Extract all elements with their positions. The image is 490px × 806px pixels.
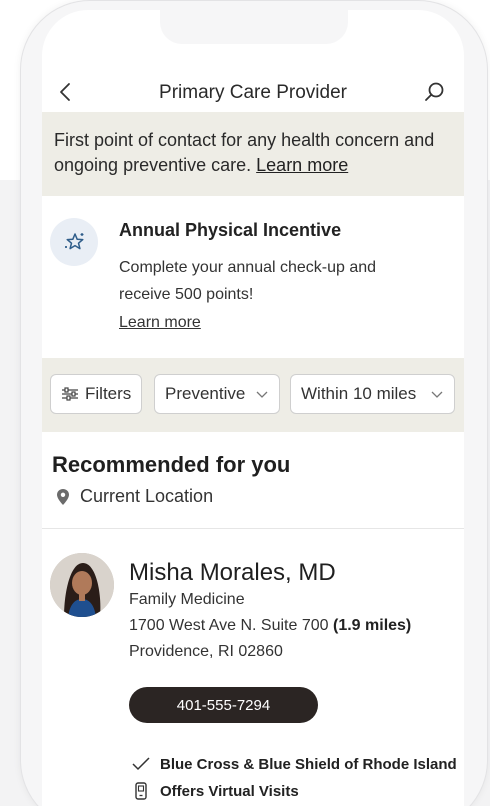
sparkle-star-icon bbox=[50, 218, 98, 266]
incentive-description: Complete your annual check-up and receiv… bbox=[119, 259, 377, 303]
insurance-feature: Blue Cross & Blue Shield of Rhode Island bbox=[132, 755, 457, 773]
chevron-down-icon bbox=[431, 391, 443, 398]
header: Primary Care Provider bbox=[42, 72, 464, 112]
checkmark-icon bbox=[132, 755, 150, 773]
incentive-title: Annual Physical Incentive bbox=[119, 220, 342, 240]
app-screen: Primary Care Provider First point of con… bbox=[42, 10, 464, 806]
map-pin-icon bbox=[57, 488, 69, 505]
incentive-card: Annual Physical Incentive Complete your … bbox=[42, 196, 464, 358]
page-title: Primary Care Provider bbox=[159, 82, 347, 103]
virtual-visits-feature: Offers Virtual Visits bbox=[132, 782, 299, 800]
recommended-title: Recommended for you bbox=[52, 452, 291, 477]
provider-specialty: Family Medicine bbox=[129, 591, 245, 608]
provider-address-line: 1700 West Ave N. Suite 700 (1.9 miles) bbox=[129, 617, 411, 635]
intro-text: First point of contact for any health co… bbox=[54, 130, 435, 175]
filter-bar: Filters Preventive Within 10 miles bbox=[42, 358, 464, 432]
virtual-visits-label: Offers Virtual Visits bbox=[160, 782, 299, 800]
provider-city: Providence, RI 02860 bbox=[129, 643, 283, 660]
chevron-down-icon bbox=[256, 391, 268, 398]
filters-button[interactable]: Filters bbox=[50, 374, 143, 414]
phone-notch bbox=[160, 10, 348, 44]
mobile-phone-icon bbox=[132, 782, 150, 800]
current-location[interactable]: Current Location bbox=[56, 486, 213, 507]
insurance-label: Blue Cross & Blue Shield of Rhode Island bbox=[160, 755, 457, 773]
provider-distance: (1.9 miles) bbox=[333, 617, 412, 634]
provider-name[interactable]: Misha Morales, MD bbox=[129, 559, 336, 587]
intro-banner: First point of contact for any health co… bbox=[42, 112, 464, 196]
filters-label: Filters bbox=[85, 384, 132, 403]
incentive-learn-more-link[interactable]: Learn more bbox=[119, 314, 201, 332]
distance-dropdown[interactable]: Within 10 miles bbox=[290, 374, 456, 414]
category-value: Preventive bbox=[165, 384, 246, 403]
location-label: Current Location bbox=[80, 486, 214, 506]
distance-value: Within 10 miles bbox=[301, 384, 417, 403]
provider-avatar bbox=[50, 553, 114, 617]
search-icon[interactable] bbox=[422, 80, 446, 104]
filter-sliders-icon bbox=[62, 387, 78, 401]
provider-card[interactable]: Misha Morales, MD Family Medicine 1700 W… bbox=[42, 528, 464, 806]
call-phone-button[interactable]: 401-555-7294 bbox=[129, 687, 318, 723]
provider-address: 1700 West Ave N. Suite 700 bbox=[129, 617, 329, 634]
recommended-section: Recommended for you Current Location bbox=[42, 432, 464, 528]
category-dropdown[interactable]: Preventive bbox=[154, 374, 281, 414]
intro-learn-more-link[interactable]: Learn more bbox=[256, 155, 348, 175]
